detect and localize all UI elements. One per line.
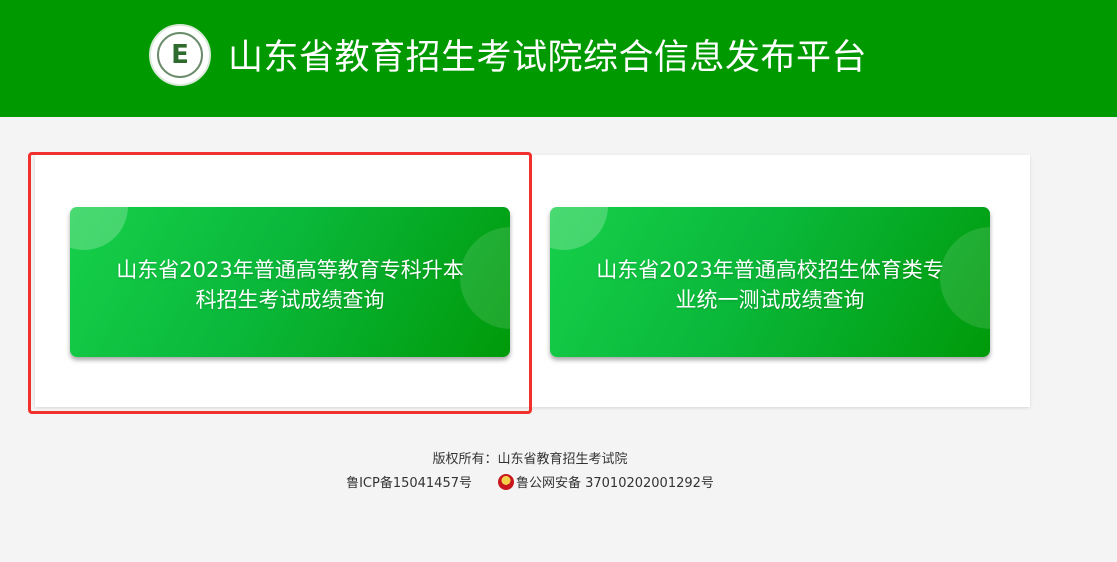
card-label-line2: 业统一测试成绩查询 (675, 288, 865, 312)
decorative-bubble (550, 207, 608, 250)
footer-copyright: 版权所有：山东省教育招生考试院 (432, 452, 628, 467)
footer-records: 鲁ICP备15041457号 鲁公网安备 37010202001292号 (0, 474, 1060, 493)
logo-letter: E (171, 40, 189, 70)
exam-institute-logo-icon: E (149, 24, 211, 86)
site-header: E 山东省教育招生考试院综合信息发布平台 (0, 0, 1117, 117)
police-record-link[interactable]: 鲁公网安备 37010202001292号 (516, 476, 714, 491)
card-sports-test-score-query[interactable]: 山东省2023年普通高校招生体育类专 业统一测试成绩查询 (550, 207, 990, 357)
police-badge-icon (497, 474, 514, 490)
card-label-line1: 山东省2023年普通高校招生体育类专 (596, 258, 944, 282)
icp-record-link[interactable]: 鲁ICP备15041457号 (346, 476, 472, 491)
logo-ring: E (157, 32, 203, 78)
selection-highlight-box (28, 152, 532, 414)
site-title: 山东省教育招生考试院综合信息发布平台 (228, 38, 868, 78)
card-label: 山东省2023年普通高校招生体育类专 业统一测试成绩查询 (570, 255, 970, 315)
